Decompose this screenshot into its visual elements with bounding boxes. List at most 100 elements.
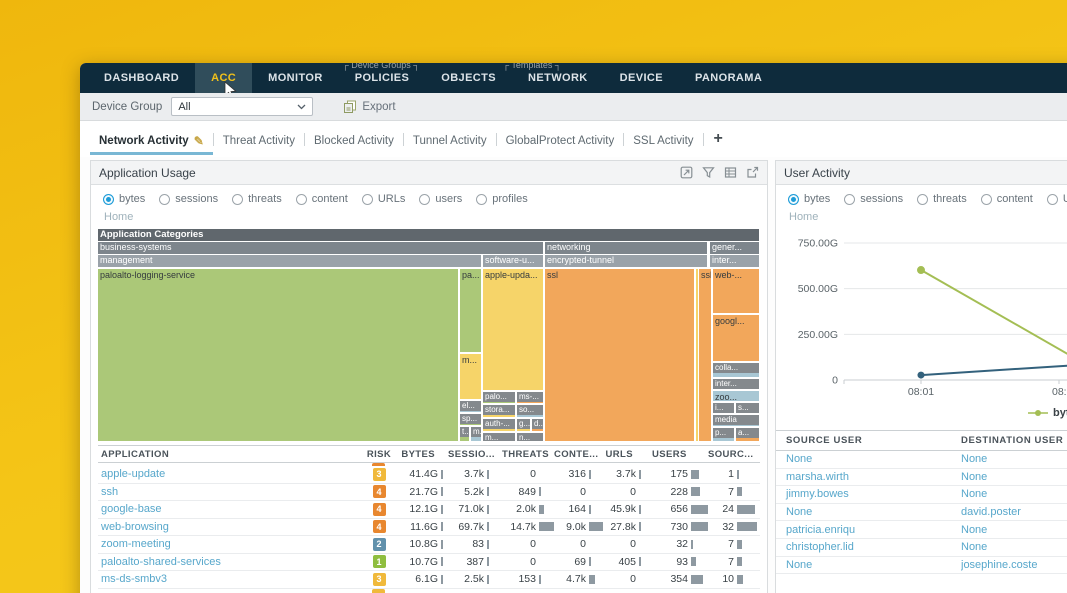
treemap-cell-stora...[interactable]: stora... [483, 405, 515, 417]
nav-tab-panorama[interactable]: PANORAMA [679, 63, 778, 93]
table-row[interactable]: ms-ds-smbv336.1G2.5k1534.7k035410 [98, 571, 760, 589]
treemap-cell-ssl[interactable]: ssl [545, 269, 694, 441]
radio-users[interactable]: users [419, 193, 462, 205]
treemap-cell-m...[interactable]: m... [471, 427, 481, 441]
table-row[interactable]: zoom-meeting210.8G83000327 [98, 536, 760, 554]
table-icon[interactable] [724, 166, 737, 179]
destination-user-link[interactable]: None [961, 453, 1067, 465]
add-tab-button[interactable]: + [704, 130, 733, 148]
application-link[interactable]: google-base [98, 503, 364, 515]
column-header-conte[interactable]: CONTE... [554, 449, 604, 460]
device-group-select[interactable]: All [171, 97, 313, 116]
export-button[interactable]: Export [343, 100, 395, 113]
radio-bytes[interactable]: bytes [788, 193, 830, 205]
column-header-bytes[interactable]: BYTES [394, 449, 448, 460]
application-link[interactable]: zoom-meeting [98, 538, 364, 550]
treemap-cell-googl...[interactable]: googl... [713, 315, 759, 361]
treemap-cell-so...[interactable]: so... [517, 405, 543, 417]
treemap-cell-inter...[interactable]: inter... [713, 379, 759, 389]
column-header-users[interactable]: USERS [652, 449, 708, 460]
export-window-icon[interactable] [746, 166, 759, 179]
treemap-cell-m...[interactable]: m... [460, 354, 481, 399]
table-row[interactable]: christopher.lidNone [776, 539, 1067, 557]
destination-user-link[interactable]: None [961, 471, 1067, 483]
treemap-cell-m...[interactable]: m... [483, 433, 515, 441]
radio-URLs[interactable]: URLs [362, 193, 406, 205]
source-user-link[interactable]: jimmy.bowes [776, 488, 961, 500]
edit-pencil-icon[interactable]: ✎ [194, 134, 204, 148]
column-header-destination-user[interactable]: DESTINATION USER [961, 435, 1067, 446]
treemap-cell-t...[interactable]: t... [460, 427, 469, 441]
treemap-cell-media[interactable]: media [713, 415, 759, 426]
radio-profiles[interactable]: profiles [476, 193, 527, 205]
treemap-cell-el...[interactable]: el... [460, 401, 481, 412]
source-user-link[interactable]: None [776, 453, 961, 465]
destination-user-link[interactable]: None [961, 541, 1067, 553]
application-link[interactable]: apple-update [98, 468, 364, 480]
table-row[interactable]: NoneNone [776, 451, 1067, 469]
table-row[interactable]: Nonejosephine.coste [776, 557, 1067, 575]
treemap-cell-auth-...[interactable]: auth-... [483, 419, 515, 431]
breadcrumb-home[interactable]: Home [91, 208, 767, 228]
radio-sessions[interactable]: sessions [159, 193, 218, 205]
destination-user-link[interactable]: None [961, 488, 1067, 500]
treemap-cell-apple-upda...[interactable]: apple-upda... [483, 269, 543, 390]
table-row[interactable]: patricia.enriquNone [776, 521, 1067, 539]
tab-network-activity[interactable]: Network Activity✎ [90, 124, 213, 155]
treemap-cell-i...[interactable]: i... [713, 403, 734, 413]
column-header-sessio[interactable]: SESSIO... [448, 449, 502, 460]
radio-bytes[interactable]: bytes [103, 193, 145, 205]
table-row[interactable]: jimmy.bowesNone [776, 486, 1067, 504]
treemap-cell-n...[interactable]: n... [517, 433, 543, 441]
treemap-cell-colla...[interactable]: colla... [713, 363, 759, 377]
application-link[interactable]: ms-ds-smbv3 [98, 573, 364, 585]
tab-blocked-activity[interactable]: Blocked Activity [305, 125, 403, 154]
column-header-sourc[interactable]: SOURC... [708, 449, 760, 460]
tab-globalprotect-activity[interactable]: GlobalProtect Activity [497, 125, 624, 154]
nav-tab-monitor[interactable]: MONITOR [252, 63, 339, 93]
column-header-urls[interactable]: URLS [604, 449, 652, 460]
application-link[interactable]: ssh [98, 486, 364, 498]
column-header-threats[interactable]: THREATS [502, 449, 554, 460]
column-header-application[interactable]: APPLICATION [98, 449, 364, 460]
treemap-cell-g...[interactable]: g... [517, 419, 530, 431]
nav-tab-dashboard[interactable]: DASHBOARD [88, 63, 195, 93]
treemap-cell-s...[interactable]: s... [736, 403, 759, 413]
radio-sessions[interactable]: sessions [844, 193, 903, 205]
destination-user-link[interactable]: None [961, 524, 1067, 536]
treemap-cell-a...[interactable]: a... [736, 428, 759, 441]
treemap-cell-pa...[interactable]: pa... [460, 269, 481, 352]
treemap-cell-d...[interactable]: d... [532, 419, 543, 431]
table-row[interactable]: ssh421.7G5.2k849002287 [98, 484, 760, 502]
column-header-risk[interactable]: RISK [364, 449, 394, 460]
column-header-source-user[interactable]: SOURCE USER [776, 435, 961, 446]
radio-content[interactable]: content [981, 193, 1033, 205]
treemap-cell-palo...[interactable]: palo... [483, 392, 515, 403]
breadcrumb-home[interactable]: Home [776, 208, 1067, 228]
nav-tab-device[interactable]: DEVICE [604, 63, 679, 93]
nav-tab-acc[interactable]: ACC [195, 63, 252, 93]
application-link[interactable]: web-browsing [98, 521, 364, 533]
table-row[interactable]: apple-update341.4G3.7k03163.7k1751 [98, 466, 760, 484]
source-user-link[interactable]: christopher.lid [776, 541, 961, 553]
radio-threats[interactable]: threats [232, 193, 282, 205]
popout-icon[interactable] [680, 166, 693, 179]
table-row[interactable]: marsha.wirthNone [776, 469, 1067, 487]
nav-tab-objects[interactable]: OBJECTS [425, 63, 512, 93]
destination-user-link[interactable]: josephine.coste [961, 559, 1067, 571]
application-link[interactable]: paloalto-shared-services [98, 556, 364, 568]
table-row[interactable]: Nonedavid.poster [776, 504, 1067, 522]
source-user-link[interactable]: None [776, 506, 961, 518]
destination-user-link[interactable]: david.poster [961, 506, 1067, 518]
treemap-cell-ms-...[interactable]: ms-... [517, 392, 543, 403]
tab-ssl-activity[interactable]: SSL Activity [624, 125, 702, 154]
table-row[interactable]: google-base412.1G71.0k2.0k16445.9k65624 [98, 501, 760, 519]
table-row[interactable]: paloalto-shared-services110.7G3870694059… [98, 554, 760, 572]
source-user-link[interactable]: marsha.wirth [776, 471, 961, 483]
tab-threat-activity[interactable]: Threat Activity [214, 125, 304, 154]
treemap-cell-zoo...[interactable]: zoo... [713, 391, 759, 401]
source-user-link[interactable]: None [776, 559, 961, 571]
treemap-cell-ssh[interactable]: ssh [699, 269, 711, 441]
treemap-cell-paloalto-logging-service[interactable]: paloalto-logging-service [98, 269, 458, 441]
radio-URLs[interactable]: URLs [1047, 193, 1067, 205]
